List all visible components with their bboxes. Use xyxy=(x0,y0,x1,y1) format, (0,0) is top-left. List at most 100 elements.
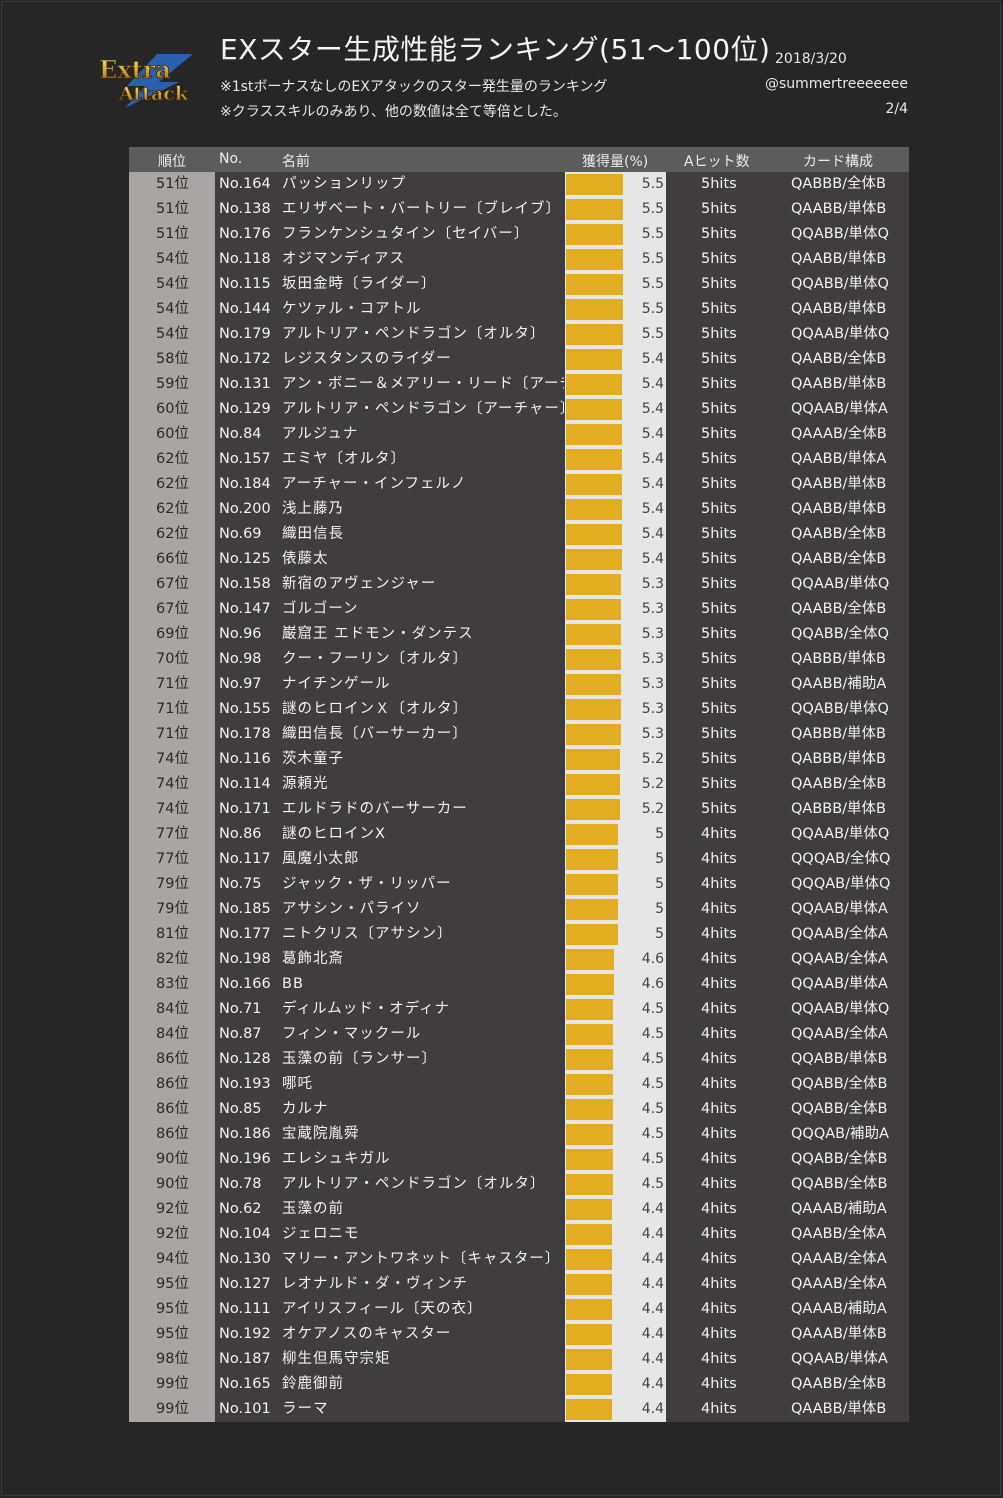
value-label: 4.4 xyxy=(641,1326,664,1342)
cards-cell: QAAAB/補助A xyxy=(791,1301,887,1317)
number-cell: No.172 xyxy=(219,351,271,367)
name-cell: ナイチンゲール xyxy=(282,676,391,692)
cards-cell: QABBB/単体B xyxy=(791,726,887,742)
value-cell: 4.6 xyxy=(565,972,666,997)
value-bar xyxy=(566,674,622,695)
name-cell: アルジュナ xyxy=(282,426,359,442)
rank-cell: 67位 xyxy=(129,597,215,622)
value-cell: 5 xyxy=(565,897,666,922)
hits-cell: 4hits xyxy=(701,1101,737,1117)
table-row: 74位 No.171 エルドラドのバーサーカー 5.2 5hits QABBB/単体B xyxy=(129,797,909,822)
number-cell: No.179 xyxy=(219,326,271,342)
number-cell: No.127 xyxy=(219,1276,271,1292)
hits-cell: 4hits xyxy=(701,851,737,867)
cards-cell: QQAAB/単体A xyxy=(791,976,888,992)
date-label: 2018/3/20 xyxy=(775,51,847,67)
value-label: 5.3 xyxy=(641,601,664,617)
value-bar xyxy=(566,399,623,420)
value-cell: 5.4 xyxy=(565,422,666,447)
value-cell: 5.5 xyxy=(565,322,666,347)
author-label: @summertreeeeeee xyxy=(764,76,908,92)
cards-cell: QQAAB/単体Q xyxy=(791,576,890,592)
value-cell: 5.4 xyxy=(565,347,666,372)
table-row: 60位 No.129 アルトリア・ペンドラゴン〔アーチャー〕 5.4 5hits QQAA… xyxy=(129,397,909,422)
rank-cell: 81位 xyxy=(129,922,215,947)
value-label: 4.6 xyxy=(641,951,664,967)
cards-cell: QAABB/単体B xyxy=(791,476,887,492)
value-label: 5 xyxy=(655,851,664,867)
value-cell: 5.4 xyxy=(565,472,666,497)
number-cell: No.71 xyxy=(219,1001,262,1017)
table-row: 54位 No.118 オジマンディアス 5.5 5hits QAABB/単体B xyxy=(129,247,909,272)
rank-cell: 86位 xyxy=(129,1122,215,1147)
rank-cell: 67位 xyxy=(129,572,215,597)
number-cell: No.85 xyxy=(219,1101,262,1117)
name-cell: アルトリア・ペンドラゴン〔アーチャー〕 xyxy=(282,401,564,417)
cards-cell: QAABB/単体A xyxy=(791,451,887,467)
hits-cell: 4hits xyxy=(701,926,737,942)
value-cell: 4.5 xyxy=(565,997,666,1022)
table-row: 84位 No.87 フィン・マックール 4.5 4hits QQAAB/全体A xyxy=(129,1022,909,1047)
value-cell: 4.5 xyxy=(565,1122,666,1147)
number-cell: No.196 xyxy=(219,1151,271,1167)
value-bar xyxy=(566,249,624,270)
name-cell: クー・フーリン〔オルタ〕 xyxy=(282,651,468,667)
table-body: 51位 No.164 パッションリップ 5.5 5hits QABBB/全体B 51位 No.… xyxy=(129,172,909,1422)
table-row: 86位 No.186 宝蔵院胤舜 4.5 4hits QQQAB/補助A xyxy=(129,1122,909,1147)
table-row: 94位 No.130 マリー・アントワネット〔キャスター〕 4.4 4hits QAAAB… xyxy=(129,1247,909,1272)
cards-cell: QQABB/全体B xyxy=(791,1101,888,1117)
value-cell: 5.3 xyxy=(565,722,666,747)
number-cell: No.158 xyxy=(219,576,271,592)
name-cell: エレシュキガル xyxy=(282,1151,391,1167)
cards-cell: QAABB/単体B xyxy=(791,301,887,317)
number-cell: No.97 xyxy=(219,676,262,692)
value-label: 4.5 xyxy=(641,1126,664,1142)
cards-cell: QQQAB/単体Q xyxy=(791,876,891,892)
value-label: 4.5 xyxy=(641,1001,664,1017)
name-cell: カルナ xyxy=(282,1101,329,1117)
hits-cell: 4hits xyxy=(701,951,737,967)
value-bar xyxy=(566,1074,613,1095)
value-cell: 4.5 xyxy=(565,1022,666,1047)
value-bar xyxy=(566,449,623,470)
name-cell: 織田信長〔バーサーカー〕 xyxy=(282,726,468,742)
cards-cell: QQAAB/単体A xyxy=(791,901,888,917)
page-title: EXスター生成性能ランキング(51～100位) xyxy=(220,33,771,66)
value-bar xyxy=(566,499,623,520)
name-cell: 巌窟王 エドモン・ダンテス xyxy=(282,626,474,642)
hits-cell: 4hits xyxy=(701,1376,737,1392)
value-bar xyxy=(566,374,623,395)
cards-cell: QQAAB/単体A xyxy=(791,401,888,417)
rank-cell: 51位 xyxy=(129,172,215,197)
rank-cell: 84位 xyxy=(129,1022,215,1047)
hits-cell: 5hits xyxy=(701,751,737,767)
rank-cell: 69位 xyxy=(129,622,215,647)
rank-cell: 70位 xyxy=(129,647,215,672)
name-cell: アルトリア・ペンドラゴン〔オルタ〕 xyxy=(282,326,546,342)
value-bar xyxy=(566,324,624,345)
value-label: 4.4 xyxy=(641,1276,664,1292)
cards-cell: QAABB/全体B xyxy=(791,351,887,367)
value-label: 4.4 xyxy=(641,1226,664,1242)
name-cell: 謎のヒロインX xyxy=(282,826,386,842)
value-label: 5 xyxy=(655,876,664,892)
name-cell: アーチャー・インフェルノ xyxy=(282,476,467,492)
hits-cell: 5hits xyxy=(701,576,737,592)
table-row: 54位 No.179 アルトリア・ペンドラゴン〔オルタ〕 5.5 5hits QQAAB/… xyxy=(129,322,909,347)
cards-cell: QAABB/単体B xyxy=(791,201,887,217)
value-cell: 4.5 xyxy=(565,1172,666,1197)
hits-cell: 5hits xyxy=(701,351,737,367)
number-cell: No.129 xyxy=(219,401,271,417)
table-row: 69位 No.96 巌窟王 エドモン・ダンテス 5.3 5hits QQABB/全体Q xyxy=(129,622,909,647)
name-cell: ディルムッド・オディナ xyxy=(282,1001,451,1017)
cards-cell: QAABB/単体B xyxy=(791,251,887,267)
cards-cell: QABBB/単体B xyxy=(791,801,887,817)
hits-cell: 5hits xyxy=(701,226,737,242)
rank-cell: 79位 xyxy=(129,897,215,922)
value-cell: 5.4 xyxy=(565,447,666,472)
name-cell: ケツァル・コアトル xyxy=(282,301,422,317)
hits-cell: 4hits xyxy=(701,1051,737,1067)
hits-cell: 4hits xyxy=(701,1151,737,1167)
rank-cell: 95位 xyxy=(129,1297,215,1322)
value-label: 5.4 xyxy=(641,401,664,417)
